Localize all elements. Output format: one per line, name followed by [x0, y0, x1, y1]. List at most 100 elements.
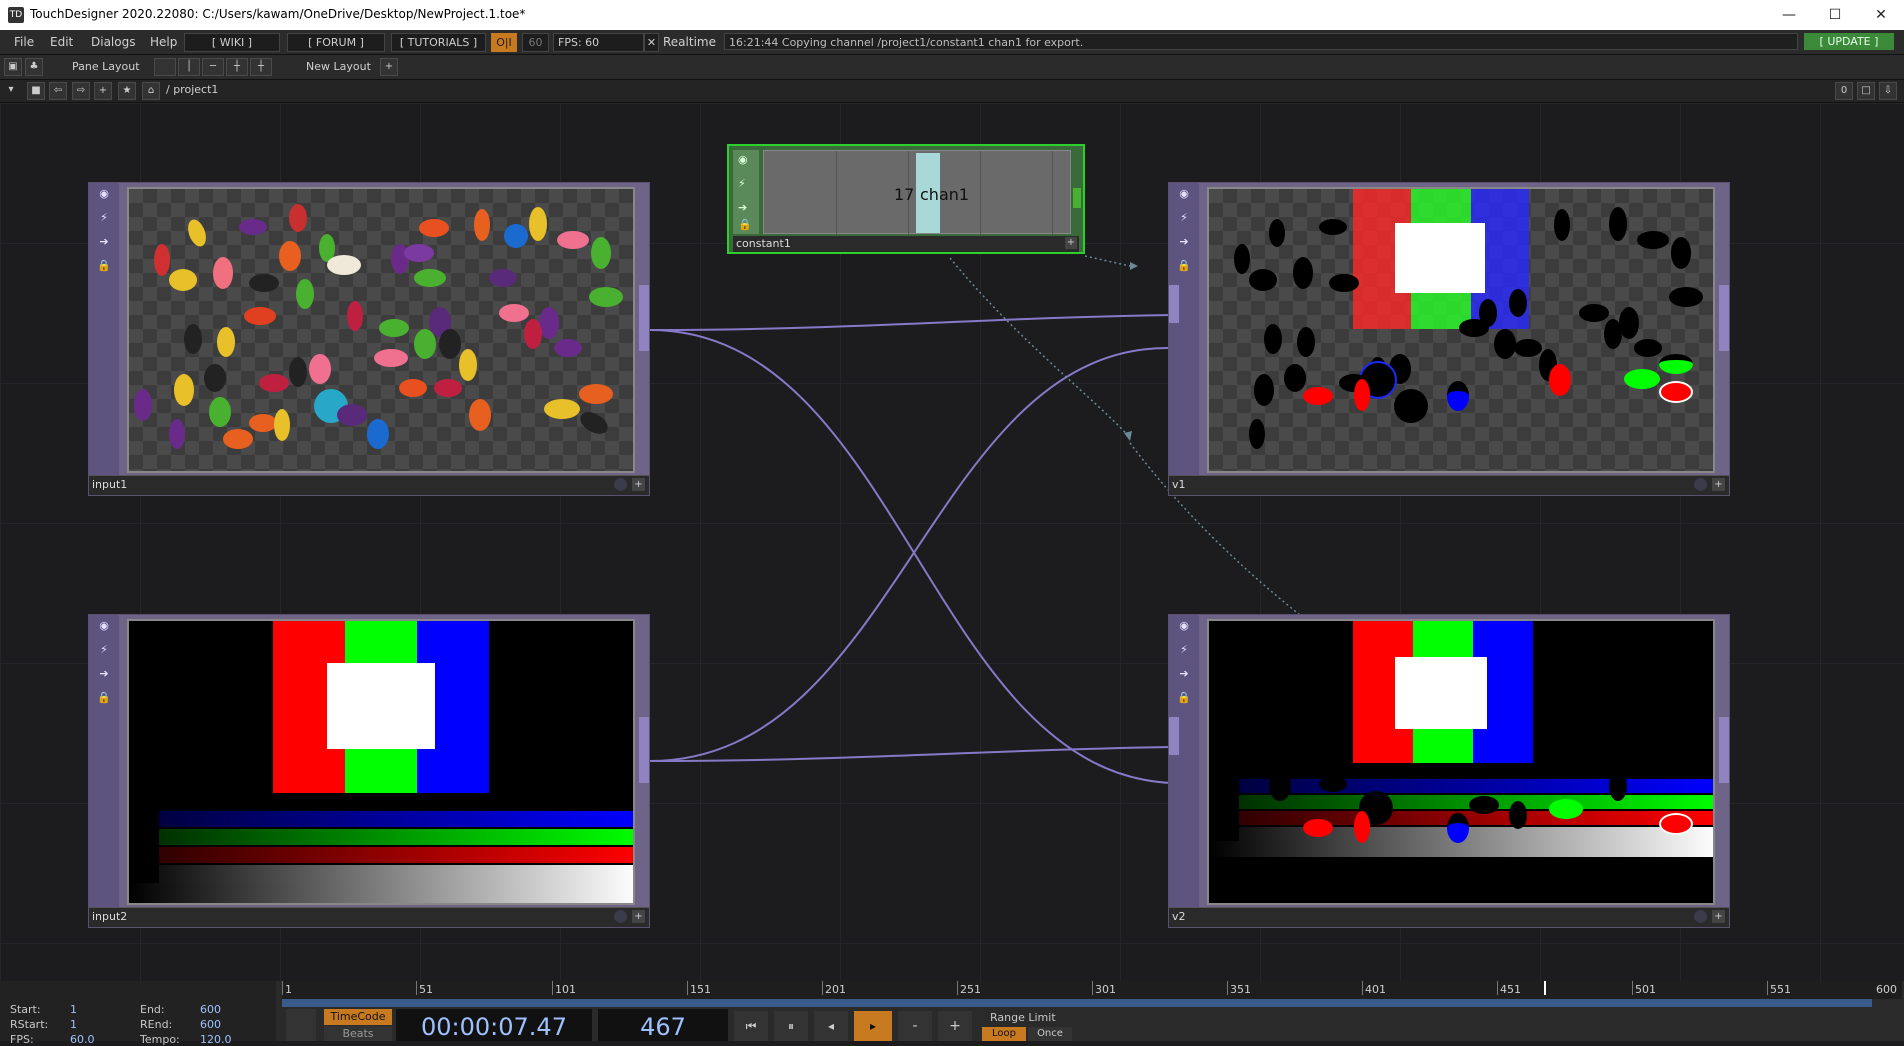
oi-toggle[interactable]: O|I	[491, 33, 517, 52]
input1-viewer	[127, 187, 635, 473]
playhead[interactable]	[1544, 981, 1546, 995]
rstart-value[interactable]: 1	[70, 1018, 77, 1031]
window-icon[interactable]: □	[1857, 82, 1875, 100]
display-icon[interactable]: ➔	[738, 201, 747, 214]
play-icon[interactable]: ▸	[854, 1011, 892, 1041]
node-name[interactable]: input1	[92, 478, 127, 491]
bypass-icon[interactable]: ⚡	[1176, 642, 1192, 658]
viewer-icon[interactable]: ◉	[96, 186, 112, 202]
export-icon[interactable]: ⇩	[1879, 82, 1897, 100]
layout-single-icon[interactable]	[154, 58, 176, 76]
lock-icon[interactable]: 🔒	[96, 690, 112, 706]
viewer-icon[interactable]: ◉	[96, 618, 112, 634]
layout-three-icon[interactable]: ┼	[226, 58, 248, 76]
expand-button[interactable]: +	[632, 478, 645, 491]
title-bar: TD TouchDesigner 2020.22080: C:/Users/ka…	[0, 0, 1904, 30]
node-name[interactable]: input2	[92, 910, 127, 923]
tempo-value[interactable]: 120.0	[200, 1033, 232, 1046]
wiki-button[interactable]: [ WIKI ]	[184, 33, 280, 52]
node-v1[interactable]: ◉ ⚡ ➔ 🔒 v1 +	[1168, 182, 1730, 496]
add-layout-button[interactable]: +	[380, 58, 398, 76]
update-button[interactable]: [ UPDATE ]	[1804, 33, 1894, 50]
stop-icon[interactable]: ■	[27, 82, 45, 100]
node-name[interactable]: v1	[1172, 478, 1186, 491]
menu-dialogs[interactable]: Dialogs	[91, 35, 135, 49]
bypass-icon[interactable]: ⚡	[1176, 210, 1192, 226]
step-back-button[interactable]: -	[898, 1011, 932, 1041]
realtime-checkbox[interactable]: ✕	[644, 33, 659, 52]
image-icon[interactable]: ▣	[4, 58, 22, 76]
forward-icon[interactable]: ⇨	[72, 82, 90, 100]
layout-split-h-icon[interactable]: ─	[202, 58, 224, 76]
once-button[interactable]: Once	[1028, 1027, 1072, 1041]
dropdown-icon[interactable]: ▾	[3, 82, 19, 98]
viewer-icon[interactable]: ◉	[1176, 618, 1192, 634]
viewer-icon[interactable]: ◉	[1176, 186, 1192, 202]
star-icon[interactable]: ★	[118, 82, 136, 100]
loop-button[interactable]: Loop	[982, 1027, 1026, 1041]
network-editor[interactable]: ◉ ⚡ ➔ 🔒 input1 + ◉ ⚡ ➔ 🔒 input2 + ◉ ⚡ ➔ …	[0, 103, 1904, 981]
bypass-icon[interactable]: ⚡	[738, 177, 746, 190]
time-display[interactable]: 00:00:07.47	[396, 1009, 592, 1041]
layout-split-v-icon[interactable]: │	[178, 58, 200, 76]
end-value[interactable]: 600	[200, 1003, 221, 1016]
beats-button[interactable]: Beats	[324, 1026, 392, 1041]
back-icon[interactable]: ⇦	[49, 82, 67, 100]
lock-icon[interactable]: 🔒	[96, 258, 112, 274]
expand-button[interactable]: +	[632, 910, 645, 923]
step-forward-button[interactable]: +	[938, 1011, 972, 1041]
expand-button[interactable]: +	[1065, 237, 1077, 249]
start-value[interactable]: 1	[70, 1003, 77, 1016]
timeline-scrollbar[interactable]	[282, 999, 1872, 1007]
menu-edit[interactable]: Edit	[50, 35, 73, 49]
menu-file[interactable]: File	[14, 35, 34, 49]
maximize-button[interactable]: ☐	[1812, 0, 1858, 30]
add-icon[interactable]: +	[94, 82, 112, 100]
display-icon[interactable]: ➔	[1176, 234, 1192, 250]
rend-label: REnd:	[140, 1018, 173, 1031]
pane-layout-label: Pane Layout	[72, 60, 140, 73]
constant1-name-bar: constant1 +	[733, 236, 1079, 252]
rewind-icon[interactable]: ⏮	[734, 1011, 768, 1041]
lock-icon[interactable]: 🔒	[1176, 690, 1192, 706]
display-icon[interactable]: ➔	[96, 234, 112, 250]
bypass-icon[interactable]: ⚡	[96, 210, 112, 226]
play-reverse-icon[interactable]: ◂	[814, 1011, 848, 1041]
forum-button[interactable]: [ FORUM ]	[287, 33, 385, 52]
menu-help[interactable]: Help	[150, 35, 177, 49]
constant-channel: chan1	[920, 185, 970, 204]
network-path[interactable]: / project1	[166, 83, 218, 96]
lock-icon[interactable]: 🔒	[738, 218, 752, 231]
display-icon[interactable]: ➔	[1176, 666, 1192, 682]
node-name[interactable]: constant1	[736, 237, 791, 250]
node-input2[interactable]: ◉ ⚡ ➔ 🔒 input2 +	[88, 614, 650, 928]
fps-target[interactable]: 60	[522, 33, 549, 52]
pause-icon[interactable]: ⏸	[774, 1011, 808, 1041]
tempo-label: Tempo:	[140, 1033, 180, 1046]
node-v2[interactable]: ◉ ⚡ ➔ 🔒 v2 +	[1168, 614, 1730, 928]
path-count: 0	[1835, 82, 1853, 100]
minimize-button[interactable]: —	[1766, 0, 1812, 30]
expand-button[interactable]: +	[1712, 478, 1725, 491]
home-icon[interactable]: ⌂	[142, 82, 160, 100]
node-input1[interactable]: ◉ ⚡ ➔ 🔒 input1 +	[88, 182, 650, 496]
lock-icon[interactable]: 🔒	[1176, 258, 1192, 274]
rend-value[interactable]: 600	[200, 1018, 221, 1031]
timecode-button[interactable]: TimeCode	[324, 1009, 392, 1025]
layout-quad-icon[interactable]: ┼	[250, 58, 272, 76]
bypass-icon[interactable]: ⚡	[96, 642, 112, 658]
frame-display[interactable]: 467	[598, 1009, 728, 1041]
close-button[interactable]: ✕	[1858, 0, 1904, 30]
display-icon[interactable]: ➔	[96, 666, 112, 682]
timeline: Start: 1 End: 600 RStart: 1 REnd: 600 FP…	[0, 981, 1904, 1046]
expand-button[interactable]: +	[1712, 910, 1725, 923]
timeline-ruler[interactable]: 1 51 101 151 201 251 301 351 401 451 501…	[282, 981, 1902, 999]
range-panel: Start: 1 End: 600 RStart: 1 REnd: 600 FP…	[0, 981, 276, 1046]
tutorials-button[interactable]: [ TUTORIALS ]	[391, 33, 486, 52]
node-name[interactable]: v2	[1172, 910, 1186, 923]
timeline-handle-icon[interactable]	[286, 1009, 316, 1041]
viewer-icon[interactable]: ◉	[738, 153, 748, 166]
fps-value[interactable]: 60.0	[70, 1033, 95, 1046]
network-icon[interactable]: ♣	[25, 58, 43, 76]
node-constant1[interactable]: ◉ ⚡ ➔ 🔒 17 chan1 constant1 +	[727, 144, 1085, 254]
